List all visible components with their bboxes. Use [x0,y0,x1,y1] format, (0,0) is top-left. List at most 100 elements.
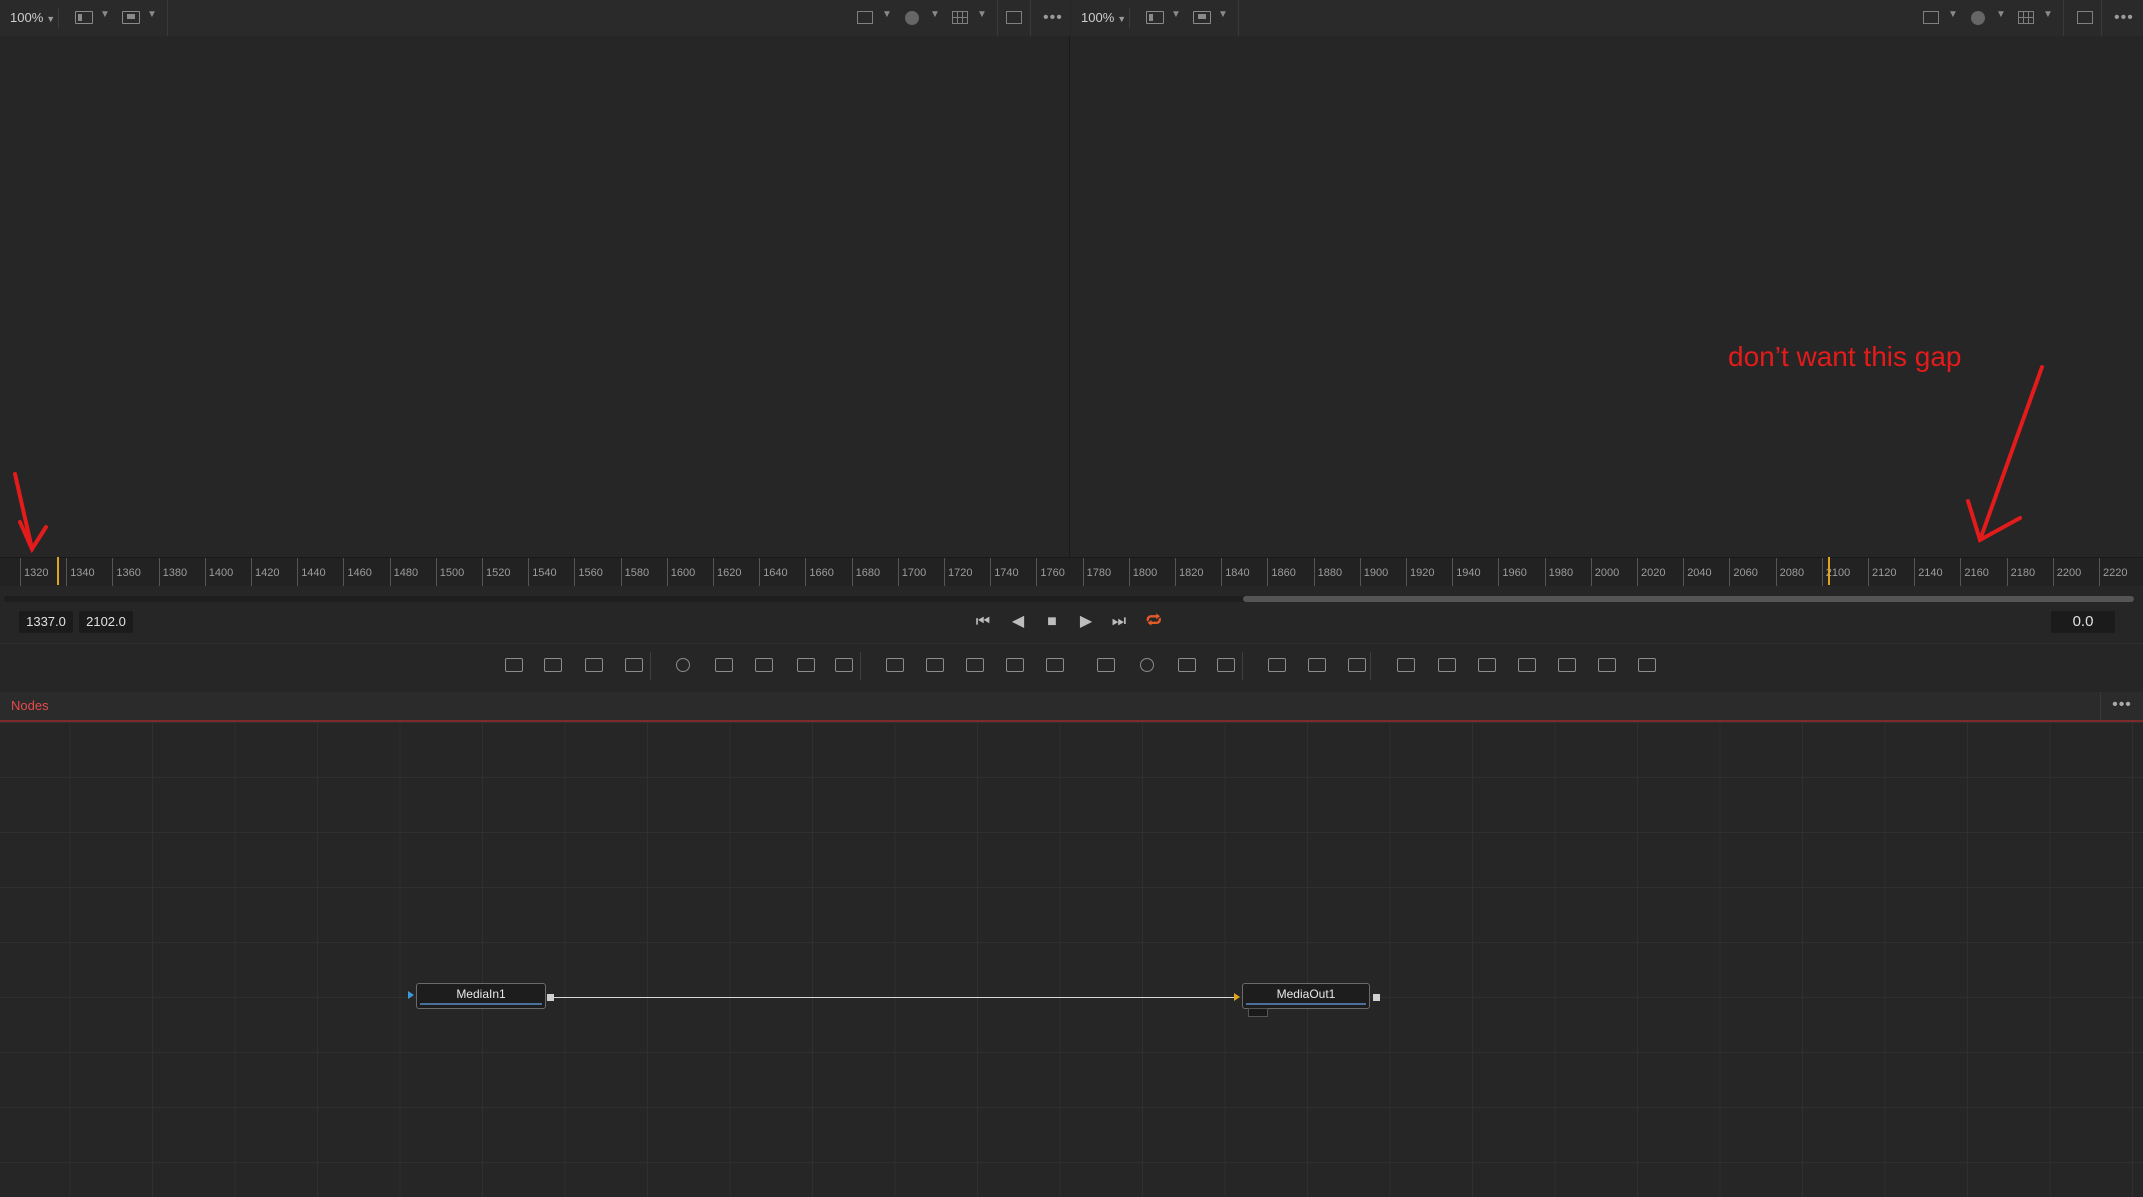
chevron-down-icon[interactable]: ▼ [882,9,892,20]
fullscreen-icon[interactable] [2077,11,2093,24]
ellipse-mask-icon[interactable] [1135,653,1159,677]
color-channel-icon[interactable] [905,11,919,25]
paint-tool-icon[interactable] [622,653,646,677]
brightness-contrast-icon[interactable] [794,653,818,677]
ruler-tick-1560: 1560 [574,558,620,586]
right-zoom-value: 100% [1081,10,1115,25]
output-port[interactable] [547,994,554,1001]
chevron-down-icon[interactable]: ▼ [930,9,940,20]
image-plane-icon[interactable] [541,653,565,677]
left-viewer[interactable] [0,36,1070,557]
right-zoom-dropdown[interactable]: 100% ▼ [1071,8,1130,28]
tool-divider [860,652,861,680]
left-zoom-value: 100% [10,10,44,25]
text-tool-icon[interactable] [582,653,606,677]
chevron-down-icon[interactable]: ▼ [2043,9,2053,20]
ruler-tick-2020: 2020 [1637,558,1683,586]
chevron-down-icon: ▼ [46,14,56,24]
range-start-field[interactable]: 1337.0 [19,611,73,633]
ruler-tick-1320: 1320 [20,558,66,586]
view-mode-icon[interactable] [1193,11,1211,24]
layer-icon[interactable] [923,653,947,677]
ruler-tick-2040: 2040 [1683,558,1729,586]
chevron-down-icon[interactable]: ▼ [977,9,987,20]
toolbar-divider [1030,0,1031,36]
fullscreen-icon[interactable] [1006,11,1022,24]
chevron-down-icon[interactable]: ▼ [1996,9,2006,20]
ruler-tick-1920: 1920 [1406,558,1452,586]
resize-icon[interactable] [1043,653,1067,677]
planar-tracker-icon[interactable] [1305,653,1329,677]
warp-icon[interactable] [1345,653,1369,677]
rectangle-mask-icon[interactable] [1094,653,1118,677]
merge-3d-icon[interactable] [1435,653,1459,677]
output-port[interactable] [1373,994,1380,1001]
ruler-tick-2120: 2120 [1868,558,1914,586]
tool-glyph [544,658,562,672]
curves-icon[interactable] [712,653,736,677]
chevron-down-icon[interactable]: ▼ [1948,9,1958,20]
tracker-icon[interactable] [1265,653,1289,677]
node-editor-canvas[interactable]: MediaIn1 MediaOut1 [0,722,2143,1197]
range-end-marker[interactable] [1828,557,1830,585]
time-ruler[interactable]: 1320 1340 1360 1380 1400 1420 1440 1460 1480 1500… [0,557,2143,586]
node-media-out[interactable]: MediaOut1 [1242,983,1370,1009]
more-options-icon[interactable]: ••• [1043,10,1063,26]
ruler-tick-1700: 1700 [897,558,944,586]
view-mode-icon[interactable] [122,11,140,24]
background-tool-icon[interactable] [502,653,526,677]
transform-icon[interactable] [1003,653,1027,677]
shape-3d-icon[interactable] [1394,653,1418,677]
chevron-down-icon[interactable]: ▼ [147,9,157,20]
roi-icon[interactable] [1923,11,1939,24]
light-3d-icon[interactable] [1595,653,1619,677]
stop-icon[interactable]: ■ [1039,612,1065,632]
layout-icon[interactable] [75,11,93,24]
right-viewer[interactable] [1071,36,2143,557]
chevron-down-icon[interactable]: ▼ [100,9,110,20]
timeline-scrollbar-thumb[interactable] [1243,596,2134,602]
nodes-panel-header: Nodes ••• [0,692,2143,722]
tool-glyph [1046,658,1064,672]
text-3d-icon[interactable] [1475,653,1499,677]
blur-drop-icon[interactable] [832,653,856,677]
step-back-icon[interactable]: ◀ [1005,612,1031,632]
skip-to-start-icon[interactable]: ⏮ [970,612,996,632]
play-icon[interactable]: ▶ [1073,612,1099,632]
guides-grid-icon[interactable] [2018,11,2034,24]
left-zoom-dropdown[interactable]: 100% ▼ [0,8,59,28]
camera-3d-icon[interactable] [1515,653,1539,677]
node-input-triangle[interactable] [1234,993,1240,1001]
chevron-down-icon[interactable]: ▼ [1171,9,1181,20]
render-3d-icon[interactable] [1555,653,1579,677]
matte-icon[interactable] [963,653,987,677]
skip-to-end-icon[interactable]: ⏭ [1106,612,1132,632]
more-options-icon[interactable]: ••• [2100,692,2143,720]
ruler-tick-1860: 1860 [1267,558,1313,586]
tool-glyph [505,658,523,672]
current-time-field[interactable]: 0.0 [2051,611,2115,633]
tool-glyph [625,658,643,672]
ruler-tick-2140: 2140 [1914,558,1960,586]
more-options-icon[interactable]: ••• [2114,10,2134,26]
chevron-down-icon[interactable]: ▼ [1218,9,1228,20]
node-connection-line[interactable] [554,997,1234,998]
merge-icon[interactable] [883,653,907,677]
roi-icon[interactable] [857,11,873,24]
node-media-in[interactable]: MediaIn1 [416,983,546,1009]
polygon-mask-icon[interactable] [1175,653,1199,677]
tool-glyph [715,658,733,672]
color-curves-icon[interactable] [752,653,776,677]
loop-icon[interactable]: 🔁︎ [1141,612,1167,632]
ruler-tick-1520: 1520 [482,558,528,586]
particles-icon[interactable] [671,653,695,677]
bspline-mask-icon[interactable] [1214,653,1238,677]
guides-grid-icon[interactable] [952,11,968,24]
view-indicator[interactable] [1248,1008,1268,1017]
ruler-tick-1500: 1500 [435,558,482,586]
color-channel-icon[interactable] [1971,11,1985,25]
spotlight-icon[interactable] [1635,653,1659,677]
range-start-marker[interactable] [57,557,59,585]
layout-icon[interactable] [1146,11,1164,24]
range-end-field[interactable]: 2102.0 [79,611,133,633]
